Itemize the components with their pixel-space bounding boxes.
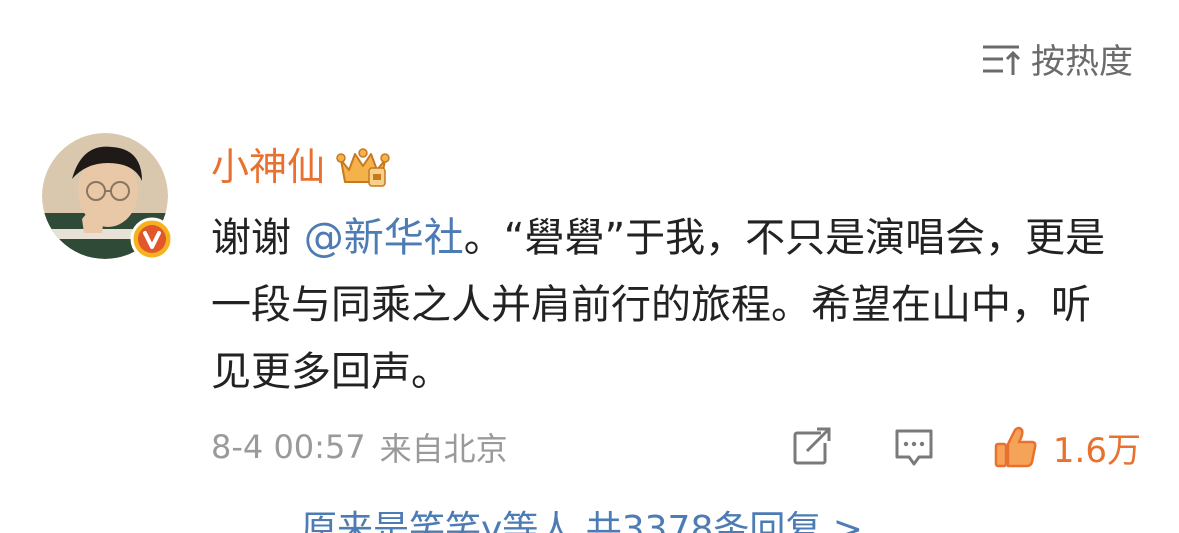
comment-actions: 1.6万 <box>791 423 1141 472</box>
comment-text-prefix: 谢谢 <box>211 215 304 261</box>
comment-meta-row: 8-4 00:57 来自北京 1.6万 <box>211 422 1141 472</box>
comment-time: 8-4 00:57 <box>211 428 366 466</box>
comment-page: 按热度 小神仙 谢谢 @新华社。“礐礐”于我，不只是演唱会，更是一段与同乘之人并… <box>0 0 1179 533</box>
comment-reply-button[interactable] <box>893 427 935 467</box>
repost-icon <box>793 427 831 465</box>
like-button[interactable]: 1.6万 <box>993 423 1141 472</box>
crown-member-icon[interactable] <box>335 144 391 190</box>
comment-source: 来自北京 <box>379 430 508 468</box>
sort-lines-icon <box>983 45 1021 75</box>
username[interactable]: 小神仙 <box>211 140 325 194</box>
mention-link[interactable]: @新华社 <box>304 215 464 261</box>
sub-replies-text: 原来是笑笑y等人 共3378条回复 > <box>301 509 863 533</box>
avatar-container[interactable] <box>42 133 174 261</box>
sub-replies-dots: …… <box>211 509 283 533</box>
sub-replies-link[interactable]: …… 原来是笑笑y等人 共3378条回复 > <box>211 500 863 533</box>
repost-button[interactable] <box>791 427 833 467</box>
like-count: 1.6万 <box>1052 430 1141 471</box>
thumbs-up-icon <box>994 426 1037 468</box>
sort-label: 按热度 <box>1031 42 1133 82</box>
sort-by-hot-button[interactable]: 按热度 <box>981 34 1133 83</box>
username-row: 小神仙 <box>211 140 391 194</box>
comment-icon <box>895 429 933 466</box>
verified-v-badge-icon <box>130 217 174 261</box>
comment-text: 谢谢 @新华社。“礐礐”于我，不只是演唱会，更是一段与同乘之人并肩前行的旅程。希… <box>211 205 1111 406</box>
